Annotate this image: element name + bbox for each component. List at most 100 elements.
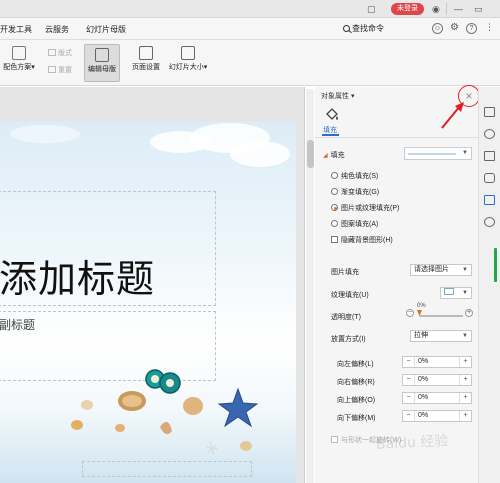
properties-icon[interactable] <box>484 107 495 117</box>
color-scheme-caret: ▾ <box>31 64 35 71</box>
page-setup-button[interactable]: 页面设置 <box>130 46 162 72</box>
search-icon <box>343 25 350 32</box>
offset-right-label: 向右偏移(R) <box>337 379 375 386</box>
search-command[interactable]: 查找命令 <box>343 23 384 34</box>
radio-indicator <box>331 188 338 195</box>
seashells-decoration <box>71 369 259 456</box>
increment-button[interactable]: + <box>459 411 471 421</box>
panel-title[interactable]: 对象属性 ▾ <box>321 91 354 101</box>
radio-solid-fill[interactable]: 纯色填充(S) <box>331 171 378 181</box>
offset-left-value[interactable]: 0% <box>418 358 428 365</box>
offset-up-label: 向上偏移(O) <box>337 397 376 404</box>
radio-indicator <box>331 220 338 227</box>
checkbox-indicator <box>331 436 338 443</box>
layout-button[interactable]: 版式 <box>48 48 72 58</box>
transparency-slider-track[interactable] <box>419 315 463 317</box>
right-tool-rail <box>478 87 500 483</box>
transparency-value: 0% <box>417 303 426 309</box>
radio-gradient-fill[interactable]: 渐变填充(G) <box>331 187 379 197</box>
increment-button[interactable]: + <box>459 393 471 403</box>
menu-bar: 开发工具 云服务 幻灯片母版 查找命令 ☺ ⚙ ? ⋮ <box>0 18 500 40</box>
slide-size-button[interactable]: 幻灯片大小▾ <box>166 46 210 72</box>
fill-section-header[interactable]: ◢ 填充 <box>323 150 345 160</box>
offset-down-stepper[interactable]: −0% + <box>402 410 472 422</box>
slide-size-caret: ▾ <box>203 64 208 71</box>
radio-pattern-fill[interactable]: 图案填充(A) <box>331 219 378 229</box>
menu-slide-master[interactable]: 幻灯片母版 <box>86 24 126 35</box>
window-restore-icon[interactable]: ▢ <box>367 4 376 14</box>
login-button[interactable]: 未登录 <box>391 3 424 15</box>
share-icon[interactable] <box>484 129 495 139</box>
slide-size-icon <box>181 46 195 60</box>
fill-preview-swatch <box>408 153 456 155</box>
shape-icon[interactable] <box>484 173 495 183</box>
object-properties-icon[interactable] <box>484 195 495 205</box>
edit-master-icon <box>95 48 109 62</box>
radio-label: 图片或纹理填充(P) <box>341 205 400 212</box>
feedback-icon[interactable]: ☺ <box>432 23 443 34</box>
transparency-increase-button[interactable]: + <box>465 309 473 317</box>
fill-section-label: 填充 <box>330 152 345 159</box>
reset-button[interactable]: 重置 <box>48 65 72 75</box>
more-icon[interactable]: ⋮ <box>484 23 495 34</box>
radio-label: 图案填充(A) <box>341 221 379 228</box>
transparency-decrease-button[interactable]: − <box>406 309 414 317</box>
chevron-down-icon: ▼ <box>462 333 468 339</box>
increment-button[interactable]: + <box>459 357 471 367</box>
radio-picture-texture-fill[interactable]: 图片或纹理填充(P) <box>331 203 399 213</box>
clipboard-icon[interactable] <box>484 151 495 161</box>
canvas-scroll-thumb[interactable] <box>307 140 314 168</box>
menu-cloud-service[interactable]: 云服务 <box>45 24 69 35</box>
picture-fill-value: 请选择图片 <box>414 266 449 273</box>
edit-master-label: 编辑母版 <box>88 66 116 73</box>
reset-icon <box>48 66 56 73</box>
placement-dropdown[interactable]: 拉伸 ▼ <box>410 330 472 342</box>
tab-fill-underline <box>322 134 339 136</box>
slide[interactable]: 添加标题 副标题 <box>0 121 296 483</box>
picture-fill-dropdown[interactable]: 请选择图片 ▼ <box>410 264 472 276</box>
decrement-button[interactable]: − <box>403 357 415 367</box>
color-scheme-label: 配色方案 <box>3 64 32 71</box>
chevron-down-icon: ▼ <box>462 290 468 296</box>
placement-label: 放置方式(I) <box>331 336 366 343</box>
hide-background-graphics-checkbox[interactable]: 隐藏背景图形(H) <box>331 235 393 245</box>
offset-right-value[interactable]: 0% <box>418 376 428 383</box>
minimize-icon[interactable]: — <box>454 4 463 14</box>
texture-fill-dropdown[interactable]: ▼ <box>440 287 472 299</box>
offset-down-value[interactable]: 0% <box>418 412 428 419</box>
help-icon[interactable]: ? <box>466 23 477 34</box>
edit-master-button[interactable]: 编辑母版 <box>84 44 120 82</box>
history-icon[interactable] <box>484 217 495 227</box>
chevron-down-icon: ▼ <box>462 150 468 156</box>
slide-title-text: 添加标题 <box>0 257 156 301</box>
offset-up-value[interactable]: 0% <box>418 394 428 401</box>
cloud-decoration <box>10 125 80 143</box>
decrement-button[interactable]: − <box>403 411 415 421</box>
color-scheme-button[interactable]: 配色方案▾ <box>0 46 38 72</box>
page-setup-icon <box>139 46 153 60</box>
color-scheme-icon <box>12 46 26 60</box>
decrement-button[interactable]: − <box>403 393 415 403</box>
title-placeholder[interactable]: 添加标题 <box>0 191 216 306</box>
search-command-label: 查找命令 <box>352 24 384 33</box>
offset-up-stepper[interactable]: −0% + <box>402 392 472 404</box>
offset-left-stepper[interactable]: −0% + <box>402 356 472 368</box>
object-properties-panel: 对象属性 ▾ 填充 ◢ 填充 ▼ 纯色填充(S) 渐变填充(G) 图片或纹理填充(… <box>315 87 478 483</box>
offset-down-label: 向下偏移(M) <box>337 415 376 422</box>
title-bar: ▢ 未登录 ◉ — ▭ <box>0 0 500 18</box>
decrement-button[interactable]: − <box>403 375 415 385</box>
ribbon-toolbar: 配色方案▾ 版式 重置 编辑母版 页面设置 幻灯片大小▾ <box>0 40 500 86</box>
offset-right-stepper[interactable]: −0% + <box>402 374 472 386</box>
watermark: Baidu 经验 <box>375 433 449 453</box>
paint-bucket-icon[interactable] <box>323 106 341 124</box>
texture-swatch-icon <box>444 288 454 295</box>
skin-icon[interactable]: ◉ <box>432 4 440 14</box>
panel-title-label: 对象属性 <box>321 93 349 100</box>
radio-indicator-selected <box>331 204 338 211</box>
menu-developer-tools[interactable]: 开发工具 <box>0 24 32 35</box>
texture-fill-label: 纹理填充(U) <box>331 292 369 299</box>
maximize-icon[interactable]: ▭ <box>474 4 483 14</box>
settings-gear-icon[interactable]: ⚙ <box>449 23 460 34</box>
fill-preview-dropdown[interactable]: ▼ <box>404 147 472 160</box>
increment-button[interactable]: + <box>459 375 471 385</box>
